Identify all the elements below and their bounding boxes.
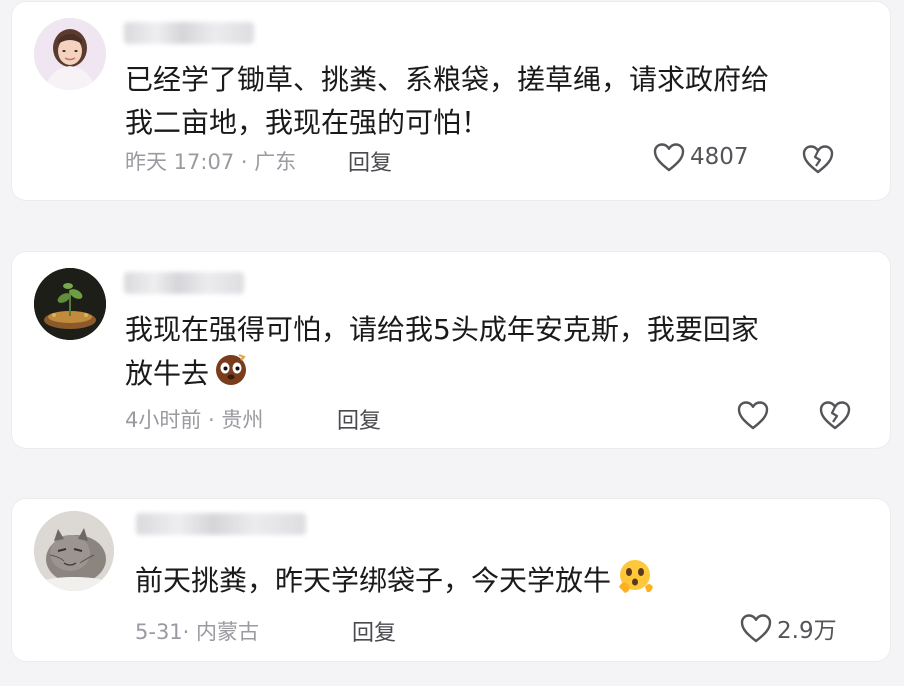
time-location: 4小时前 · 贵州 bbox=[125, 408, 264, 432]
comment-line-text: 放牛去 bbox=[125, 357, 210, 390]
comment-card: 前天挑粪，昨天学绑袋子，今天学放牛 5-31· 内蒙古 回复 2.9万 bbox=[12, 499, 890, 661]
embarrassed-face-emoji bbox=[213, 351, 249, 399]
broken-heart-icon bbox=[819, 401, 851, 430]
comment-line: 放牛去 bbox=[125, 351, 759, 399]
username-blurred[interactable] bbox=[124, 22, 254, 44]
comment-text: 前天挑粪，昨天学绑袋子，今天学放牛 bbox=[135, 557, 655, 607]
comment-line: 我二亩地，我现在强的可怕！ bbox=[125, 106, 490, 139]
reply-button[interactable]: 回复 bbox=[348, 145, 392, 177]
username-blurred[interactable] bbox=[136, 513, 306, 535]
user-avatar[interactable] bbox=[34, 18, 106, 90]
like-button[interactable]: 2.9万 bbox=[739, 611, 837, 645]
heart-outline-icon bbox=[737, 401, 769, 430]
like-button[interactable]: 4807 bbox=[652, 141, 749, 173]
reply-button[interactable]: 回复 bbox=[337, 403, 381, 435]
user-avatar[interactable] bbox=[34, 511, 114, 591]
user-avatar[interactable] bbox=[34, 268, 106, 340]
reply-button[interactable]: 回复 bbox=[352, 615, 396, 647]
like-count: 2.9万 bbox=[777, 618, 837, 644]
comment-text: 已经学了锄草、挑粪、系粮袋，搓草绳，请求政府给 我二亩地，我现在强的可怕！ bbox=[125, 58, 769, 144]
comment-card: 我现在强得可怕，请给我5头成年安克斯，我要回家 放牛去 4小时前 · 贵州 回复 bbox=[12, 252, 890, 448]
broken-heart-icon bbox=[802, 145, 834, 174]
heart-outline-icon bbox=[740, 614, 772, 643]
heart-outline-icon bbox=[653, 143, 685, 172]
comment-line: 我现在强得可怕，请给我5头成年安克斯，我要回家 bbox=[125, 313, 759, 346]
comment-line: 前天挑粪，昨天学绑袋子，今天学放牛 bbox=[135, 557, 655, 607]
time-location: 5-31· 内蒙古 bbox=[135, 620, 260, 644]
shocked-face-emoji bbox=[615, 557, 655, 607]
dislike-button[interactable] bbox=[818, 399, 852, 435]
comment-line: 已经学了锄草、挑粪、系粮袋，搓草绳，请求政府给 bbox=[125, 63, 770, 96]
time-location: 昨天 17:07 · 广东 bbox=[125, 150, 297, 174]
username-blurred[interactable] bbox=[124, 272, 244, 294]
like-count: 4807 bbox=[690, 144, 749, 170]
comment-line-text: 前天挑粪，昨天学绑袋子，今天学放牛 bbox=[135, 564, 612, 597]
like-button[interactable] bbox=[736, 399, 774, 431]
comment-text: 我现在强得可怕，请给我5头成年安克斯，我要回家 放牛去 bbox=[125, 308, 759, 399]
comment-card: 已经学了锄草、挑粪、系粮袋，搓草绳，请求政府给 我二亩地，我现在强的可怕！ 昨天… bbox=[12, 2, 890, 200]
dislike-button[interactable] bbox=[801, 143, 835, 179]
